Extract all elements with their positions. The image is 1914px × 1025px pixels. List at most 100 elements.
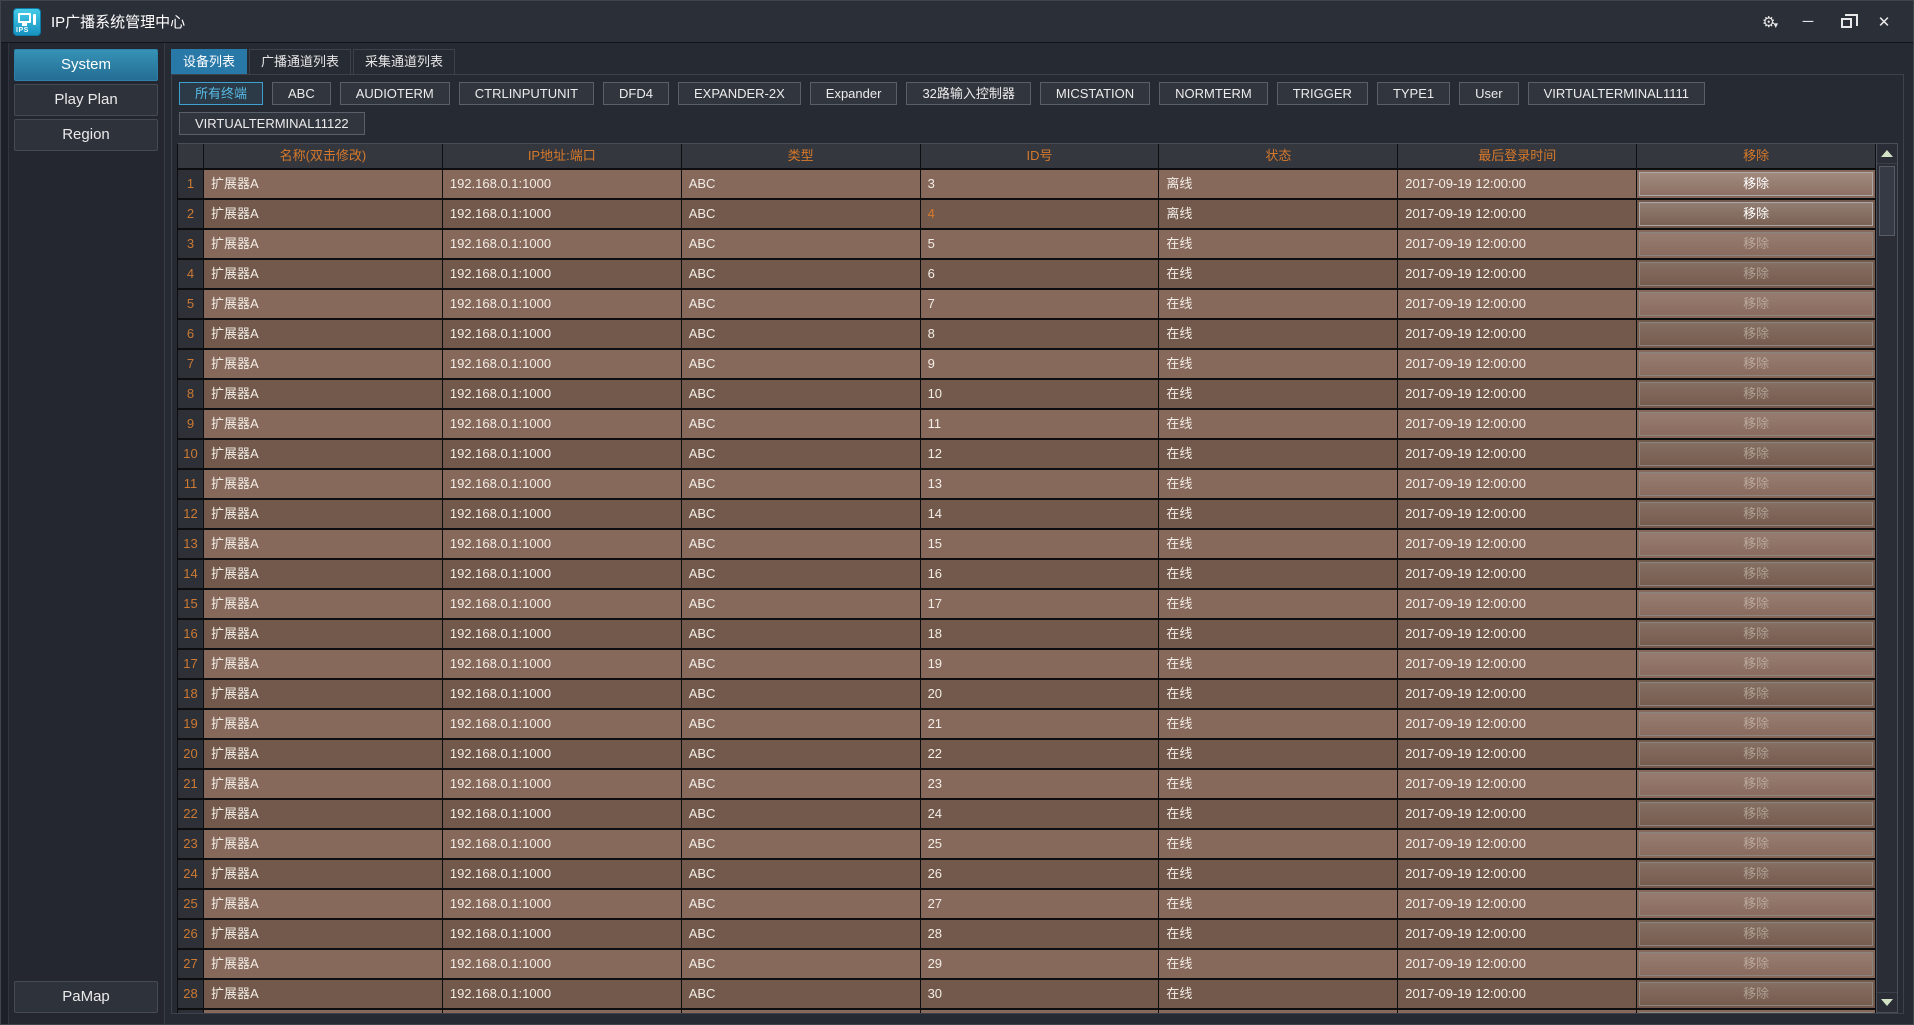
device-name-cell[interactable]: 扩展器A bbox=[204, 350, 443, 380]
filter-button-所有终端[interactable]: 所有终端 bbox=[179, 82, 264, 105]
last-login-cell: 2017-09-19 12:00:00 bbox=[1398, 890, 1638, 920]
remove-button[interactable]: 移除 bbox=[1639, 202, 1873, 226]
device-name-cell[interactable]: 扩展器A bbox=[204, 470, 443, 500]
device-name-cell[interactable]: 扩展器A bbox=[204, 440, 443, 470]
device-name-cell[interactable]: 扩展器A bbox=[204, 620, 443, 650]
filter-button-normterm[interactable]: NORMTERM bbox=[1159, 82, 1268, 105]
device-id-cell: 18 bbox=[920, 620, 1160, 650]
device-name-cell[interactable]: 扩展器A bbox=[204, 230, 443, 260]
scroll-down-button[interactable] bbox=[1877, 992, 1897, 1012]
filter-button-abc[interactable]: ABC bbox=[272, 82, 331, 105]
ip-port-cell: 192.168.0.1:1000 bbox=[442, 920, 682, 950]
device-name-cell[interactable]: 扩展器A bbox=[204, 770, 443, 800]
device-name-cell[interactable]: 扩展器A bbox=[204, 170, 443, 200]
device-name-cell[interactable]: 扩展器A bbox=[204, 920, 443, 950]
device-name-cell[interactable]: 扩展器A bbox=[204, 950, 443, 980]
maximize-button[interactable] bbox=[1831, 9, 1861, 35]
device-name-cell[interactable]: 扩展器A bbox=[204, 680, 443, 710]
device-type-cell: ABC bbox=[681, 230, 921, 260]
device-type-cell: ABC bbox=[681, 320, 921, 350]
status-cell: 离线 bbox=[1159, 200, 1399, 230]
device-name-cell[interactable]: 扩展器A bbox=[204, 710, 443, 740]
remove-button: 移除 bbox=[1639, 772, 1873, 796]
filter-button-virtualterminal11122[interactable]: VIRTUALTERMINAL11122 bbox=[179, 112, 365, 135]
device-id-cell: 24 bbox=[920, 800, 1160, 830]
header-cell-移除[interactable]: 移除 bbox=[1637, 144, 1876, 170]
filter-button-ctrlinputunit[interactable]: CTRLINPUTUNIT bbox=[458, 82, 595, 105]
device-name-cell[interactable]: 扩展器A bbox=[204, 260, 443, 290]
status-cell: 在线 bbox=[1159, 560, 1399, 590]
ip-port-cell bbox=[442, 1010, 682, 1013]
sidebar-item-play-plan[interactable]: Play Plan bbox=[14, 84, 158, 116]
device-name-cell[interactable]: 扩展器A bbox=[204, 590, 443, 620]
sidebar-item-region[interactable]: Region bbox=[14, 119, 158, 151]
header-cell-名称-双击修改-[interactable]: 名称(双击修改) bbox=[204, 144, 443, 170]
device-name-cell[interactable] bbox=[204, 1010, 443, 1013]
sidebar-item-system[interactable]: System bbox=[14, 49, 158, 81]
filter-button-audioterm[interactable]: AUDIOTERM bbox=[339, 82, 450, 105]
ip-port-cell: 192.168.0.1:1000 bbox=[442, 320, 682, 350]
sidebar-edge-strip bbox=[1, 43, 9, 1024]
row-number-cell: 20 bbox=[178, 740, 204, 770]
filter-button-virtualterminal1111[interactable]: VIRTUALTERMINAL1111 bbox=[1527, 82, 1706, 105]
status-cell: 在线 bbox=[1159, 800, 1399, 830]
filter-button-expander-2x[interactable]: EXPANDER-2X bbox=[677, 82, 801, 105]
table-row: 10 扩展器A 192.168.0.1:1000 ABC 12 在线 2017-09-19 … bbox=[178, 440, 1876, 470]
scrollbar-track[interactable] bbox=[1877, 238, 1897, 992]
device-name-cell[interactable]: 扩展器A bbox=[204, 530, 443, 560]
sidebar-item-pamap[interactable]: PaMap bbox=[14, 981, 158, 1013]
remove-button: 移除 bbox=[1639, 952, 1873, 976]
scroll-up-button[interactable] bbox=[1877, 144, 1897, 164]
device-id-cell: 23 bbox=[920, 770, 1160, 800]
scroll-up-icon bbox=[1881, 150, 1893, 157]
tab-broadcast-channel-list[interactable]: 广播通道列表 bbox=[249, 49, 352, 74]
header-cell-ip地址-端口[interactable]: IP地址:端口 bbox=[442, 144, 682, 170]
device-type-cell: ABC bbox=[681, 950, 921, 980]
filter-button-dfd4[interactable]: DFD4 bbox=[603, 82, 669, 105]
tab-device-list[interactable]: 设备列表 bbox=[171, 49, 248, 74]
device-name-cell[interactable]: 扩展器A bbox=[204, 800, 443, 830]
device-type-cell: ABC bbox=[681, 530, 921, 560]
filter-button-32路输入控制器[interactable]: 32路输入控制器 bbox=[906, 82, 1031, 105]
device-name-cell[interactable]: 扩展器A bbox=[204, 830, 443, 860]
header-cell-类型[interactable]: 类型 bbox=[681, 144, 921, 170]
device-name-cell[interactable]: 扩展器A bbox=[204, 200, 443, 230]
close-button[interactable]: ✕ bbox=[1869, 9, 1899, 35]
tab-collect-channel-list[interactable]: 采集通道列表 bbox=[353, 49, 456, 74]
device-type-cell: ABC bbox=[681, 560, 921, 590]
remove-button: 移除 bbox=[1639, 892, 1873, 916]
device-name-cell[interactable]: 扩展器A bbox=[204, 410, 443, 440]
device-name-cell[interactable]: 扩展器A bbox=[204, 380, 443, 410]
device-type-cell: ABC bbox=[681, 380, 921, 410]
device-id-cell: 25 bbox=[920, 830, 1160, 860]
device-name-cell[interactable]: 扩展器A bbox=[204, 980, 443, 1010]
last-login-cell: 2017-09-19 12:00:00 bbox=[1398, 200, 1638, 230]
vertical-scrollbar[interactable] bbox=[1876, 143, 1898, 1013]
header-cell-最后登录时间[interactable]: 最后登录时间 bbox=[1398, 144, 1638, 170]
remove-button[interactable]: 移除 bbox=[1639, 172, 1873, 196]
device-type-cell: ABC bbox=[681, 500, 921, 530]
header-cell-状态[interactable]: 状态 bbox=[1159, 144, 1399, 170]
device-name-cell[interactable]: 扩展器A bbox=[204, 320, 443, 350]
settings-gear-icon[interactable]: ⚙ ▾ bbox=[1755, 9, 1785, 35]
filter-button-user[interactable]: User bbox=[1459, 82, 1519, 105]
remove-button: 移除 bbox=[1639, 232, 1873, 256]
filter-button-trigger[interactable]: TRIGGER bbox=[1276, 82, 1368, 105]
device-name-cell[interactable]: 扩展器A bbox=[204, 290, 443, 320]
device-name-cell[interactable]: 扩展器A bbox=[204, 740, 443, 770]
device-name-cell[interactable]: 扩展器A bbox=[204, 890, 443, 920]
device-name-cell[interactable]: 扩展器A bbox=[204, 500, 443, 530]
device-name-cell[interactable]: 扩展器A bbox=[204, 860, 443, 890]
row-number-cell: 18 bbox=[178, 680, 204, 710]
device-type-cell: ABC bbox=[681, 590, 921, 620]
filter-button-expander[interactable]: Expander bbox=[809, 82, 898, 105]
minimize-button[interactable]: ─ bbox=[1793, 9, 1823, 35]
header-cell-id号[interactable]: ID号 bbox=[920, 144, 1160, 170]
device-name-cell[interactable]: 扩展器A bbox=[204, 650, 443, 680]
device-name-cell[interactable]: 扩展器A bbox=[204, 560, 443, 590]
remove-cell: 移除 bbox=[1637, 650, 1876, 680]
filter-button-type1[interactable]: TYPE1 bbox=[1376, 82, 1451, 105]
scrollbar-thumb[interactable] bbox=[1879, 166, 1895, 236]
device-id-cell: 20 bbox=[920, 680, 1160, 710]
filter-button-micstation[interactable]: MICSTATION bbox=[1039, 82, 1151, 105]
